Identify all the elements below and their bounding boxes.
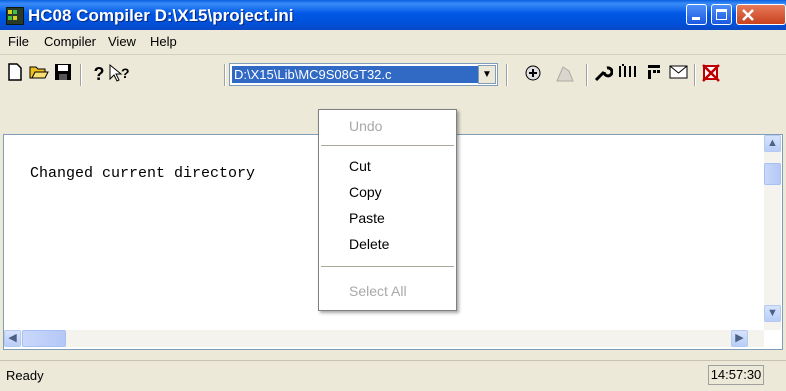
status-text: Ready (6, 368, 44, 383)
scroll-right-icon[interactable]: ▶ (731, 330, 748, 347)
scroll-down-icon[interactable]: ▼ (764, 305, 781, 322)
context-menu-copy[interactable]: Copy (319, 181, 456, 203)
maximize-icon (716, 9, 727, 20)
toolbar-separator (586, 64, 588, 86)
compiler-window: HC08 Compiler D:\X15\project.ini File Co… (0, 0, 786, 391)
menu-help[interactable]: Help (150, 34, 177, 49)
menu-view[interactable]: View (108, 34, 136, 49)
status-time: 14:57:30 (708, 365, 764, 385)
context-menu-delete[interactable]: Delete (319, 233, 456, 255)
toolbar-separator (80, 64, 82, 86)
scroll-left-icon[interactable]: ◀ (4, 330, 21, 347)
message-settings-icon[interactable] (618, 63, 640, 85)
scroll-up-icon[interactable]: ▲ (764, 135, 781, 152)
context-menu-separator (321, 145, 454, 146)
minimize-button[interactable] (686, 4, 707, 25)
toolbar-separator (694, 64, 696, 86)
compile-icon[interactable] (522, 63, 544, 85)
title-bar[interactable]: HC08 Compiler D:\X15\project.ini (0, 0, 786, 30)
window-title: HC08 Compiler D:\X15\project.ini (28, 6, 294, 25)
maximize-button[interactable] (711, 4, 732, 25)
context-menu: Undo Cut Copy Paste Delete Select All (318, 109, 457, 311)
toolbar: ? ? D:\X15\Lib\MC9S08GT32.c ▼ (0, 55, 786, 93)
vertical-scroll-thumb[interactable] (764, 163, 781, 185)
menu-file[interactable]: File (8, 34, 29, 49)
horizontal-scrollbar[interactable]: ◀ ▶ (4, 330, 764, 347)
new-file-icon[interactable] (4, 63, 26, 85)
error-icon[interactable] (700, 63, 722, 85)
mail-icon[interactable] (668, 63, 690, 85)
open-folder-icon[interactable] (28, 63, 50, 85)
standard-types-icon[interactable] (644, 63, 666, 85)
menu-compiler[interactable]: Compiler (44, 34, 96, 49)
app-icon[interactable] (6, 7, 24, 25)
svg-text:?: ? (121, 65, 130, 81)
context-menu-cut[interactable]: Cut (319, 155, 456, 177)
context-menu-select-all[interactable]: Select All (319, 280, 456, 302)
menu-bar: File Compiler View Help (0, 30, 786, 55)
minimize-icon (692, 17, 700, 20)
close-icon (742, 9, 754, 21)
options-wrench-icon[interactable] (592, 63, 614, 85)
stop-icon[interactable] (554, 63, 576, 85)
toolbar-separator (506, 64, 508, 86)
toolbar-separator (224, 64, 226, 86)
save-disk-icon[interactable] (52, 63, 74, 85)
horizontal-scroll-thumb[interactable] (22, 330, 66, 347)
chevron-down-icon[interactable]: ▼ (478, 65, 496, 84)
context-menu-undo[interactable]: Undo (319, 115, 456, 137)
path-combobox[interactable]: D:\X15\Lib\MC9S08GT32.c ▼ (229, 63, 498, 86)
context-help-icon[interactable]: ? (108, 63, 130, 85)
output-text: Changed current directory (30, 165, 256, 182)
close-button[interactable] (736, 4, 786, 25)
context-menu-separator (321, 266, 454, 267)
vertical-scrollbar[interactable]: ▲ ▼ (764, 135, 781, 330)
status-bar: Ready 14:57:30 (0, 360, 786, 391)
help-icon[interactable]: ? (88, 63, 110, 85)
path-combobox-value[interactable]: D:\X15\Lib\MC9S08GT32.c (232, 66, 496, 83)
context-menu-paste[interactable]: Paste (319, 207, 456, 229)
